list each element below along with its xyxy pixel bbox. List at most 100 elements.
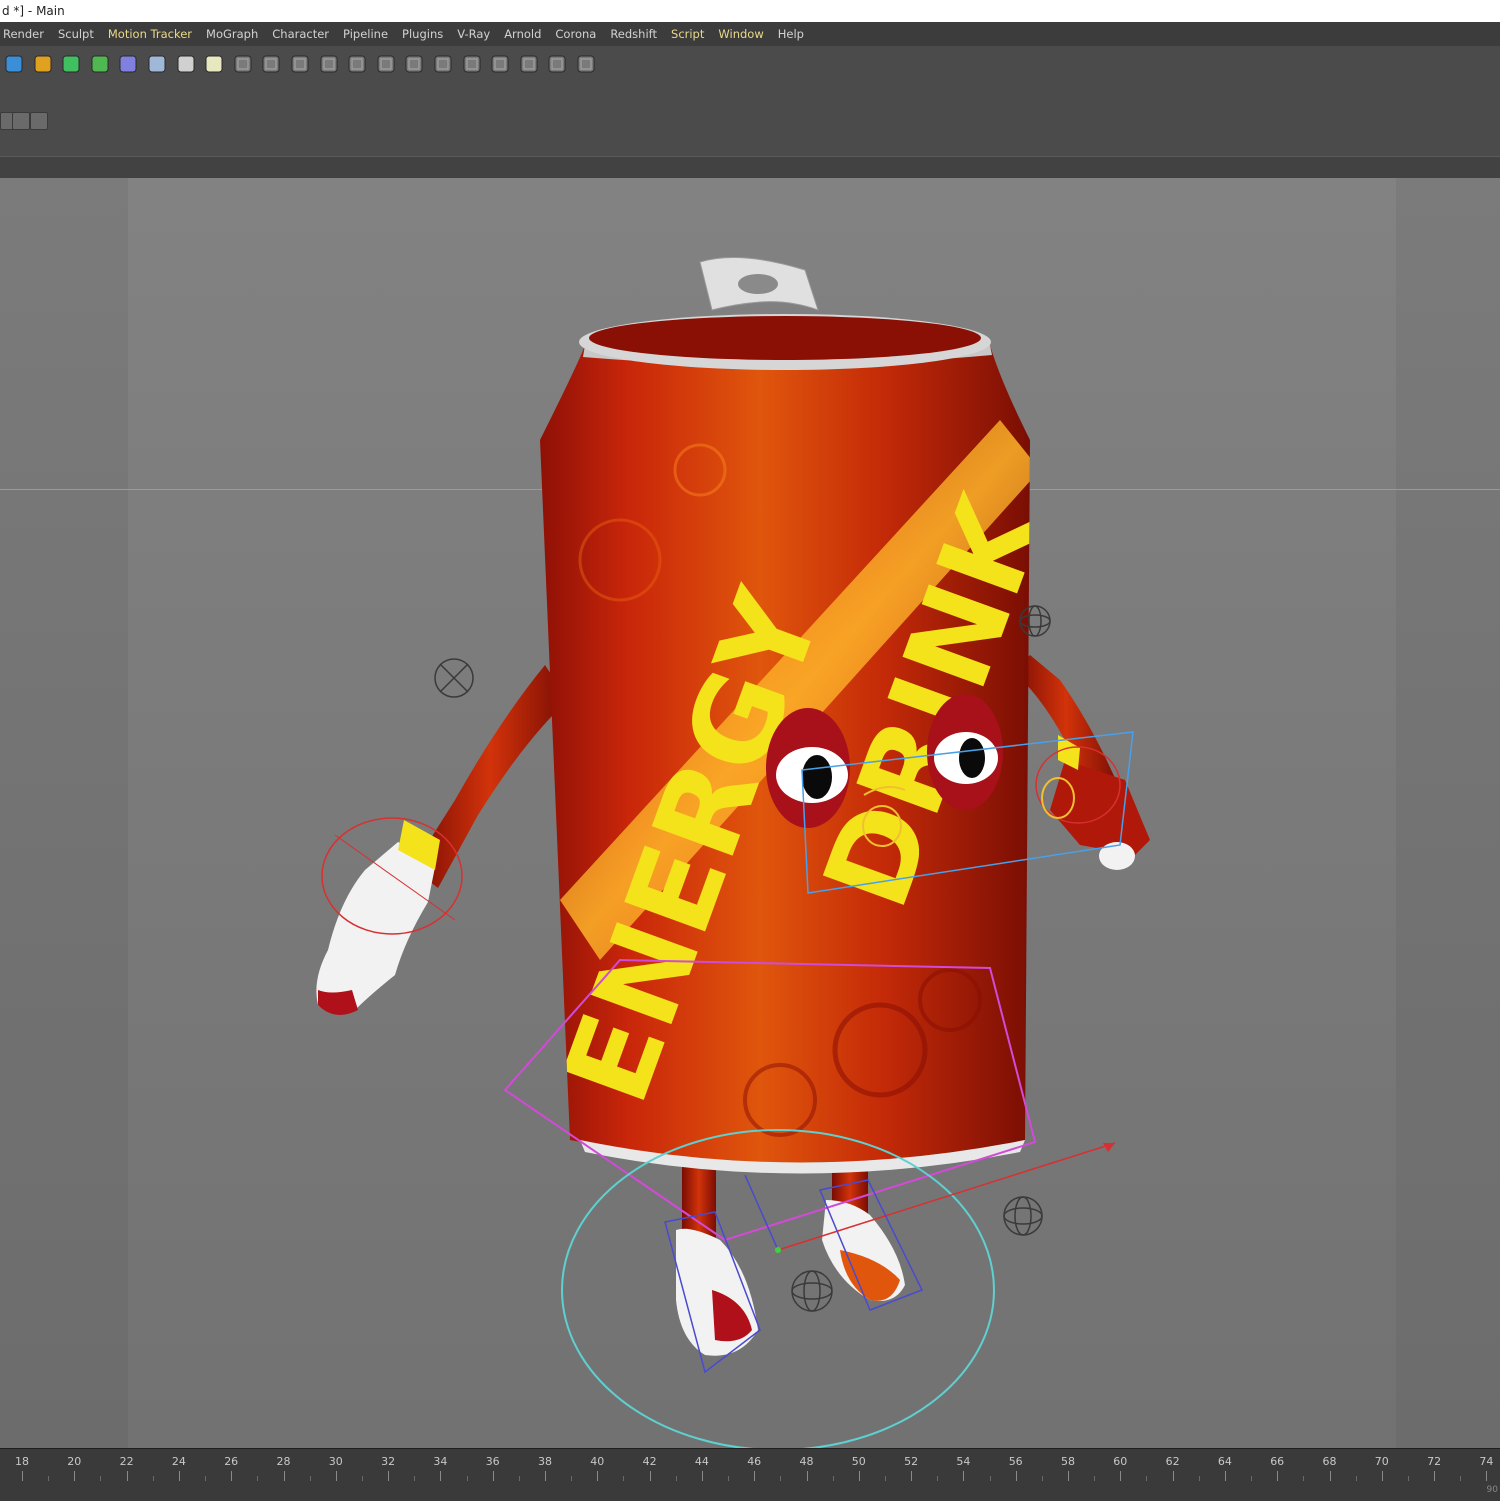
timeline-tick [440, 1471, 442, 1481]
timeline-tick-label: 26 [224, 1455, 239, 1468]
ik-icon[interactable] [288, 52, 312, 76]
spline-icon[interactable] [460, 52, 484, 76]
cube-icon[interactable] [2, 52, 26, 76]
lock-icon[interactable] [12, 112, 30, 130]
bone-icon[interactable] [231, 52, 255, 76]
timeline-tick-label: 48 [799, 1455, 814, 1468]
constraint-icon[interactable] [374, 52, 398, 76]
matrix-icon[interactable] [574, 52, 598, 76]
mesh-icon[interactable] [488, 52, 512, 76]
timeline-tick [1486, 1471, 1488, 1481]
weight-icon[interactable] [345, 52, 369, 76]
timeline-tick [1434, 1471, 1436, 1481]
timeline-tick [283, 1471, 285, 1481]
timeline[interactable]: 18 20 22 24 26 28 30 32 34 36 38 40 42 44 46 48 50 52 54 56… [0, 1448, 1500, 1501]
menu-help[interactable]: Help [778, 27, 804, 41]
timeline-tick [335, 1471, 337, 1481]
menu-window[interactable]: Window [718, 27, 763, 41]
timeline-tick [911, 1471, 913, 1481]
timeline-minor-tick [989, 1476, 991, 1481]
timeline-minor-tick [1251, 1476, 1253, 1481]
subdivision-icon[interactable] [59, 52, 83, 76]
menu-render[interactable]: Render [3, 27, 44, 41]
toolbar-separator [0, 156, 1500, 180]
menu-arnold[interactable]: Arnold [504, 27, 541, 41]
timeline-minor-tick [623, 1476, 625, 1481]
timeline-tick-label: 50 [851, 1455, 866, 1468]
light-icon[interactable] [202, 52, 226, 76]
rope-icon[interactable] [431, 52, 455, 76]
timeline-tick-label: 38 [538, 1455, 552, 1468]
timeline-tick-label: 74 [1479, 1455, 1494, 1468]
timeline-tick-label: 52 [904, 1455, 919, 1468]
timeline-minor-tick [518, 1476, 520, 1481]
joint-icon[interactable] [259, 52, 283, 76]
timeline-ruler[interactable]: 18 20 22 24 26 28 30 32 34 36 38 40 42 44 46 48 50 52 54 56… [0, 1449, 1500, 1487]
deformer-icon[interactable] [116, 52, 140, 76]
settings-icon[interactable] [30, 112, 48, 130]
timeline-minor-tick [361, 1476, 363, 1481]
grid-icon[interactable] [517, 52, 541, 76]
timeline-tick-label: 18 [15, 1455, 29, 1468]
menu-corona[interactable]: Corona [555, 27, 596, 41]
timeline-tick [806, 1471, 808, 1481]
cloner-icon[interactable] [88, 52, 112, 76]
timeline-tick [597, 1471, 599, 1481]
timeline-tick [126, 1471, 128, 1481]
menu-redshift[interactable]: Redshift [610, 27, 657, 41]
timeline-tick [1329, 1471, 1331, 1481]
skin-icon[interactable] [317, 52, 341, 76]
timeline-tick [963, 1471, 965, 1481]
menu-pipeline[interactable]: Pipeline [343, 27, 388, 41]
timeline-tick-label: 68 [1322, 1455, 1337, 1468]
cloth-icon[interactable] [402, 52, 426, 76]
timeline-minor-tick [1355, 1476, 1357, 1481]
menu-bar: Render Sculpt Motion Tracker MoGraph Charact… [0, 22, 1500, 46]
timeline-minor-tick [257, 1476, 259, 1481]
menu-v-ray[interactable]: V-Ray [457, 27, 490, 41]
timeline-tick [858, 1471, 860, 1481]
floor-icon[interactable] [145, 52, 169, 76]
timeline-tick [178, 1471, 180, 1481]
timeline-minor-tick [1303, 1476, 1305, 1481]
timeline-tick [231, 1471, 233, 1481]
sub-toolbar [0, 112, 50, 130]
menu-sculpt[interactable]: Sculpt [58, 27, 94, 41]
array-icon[interactable] [545, 52, 569, 76]
pull-tab [699, 257, 819, 311]
timeline-tick [1172, 1471, 1174, 1481]
menu-mograph[interactable]: MoGraph [206, 27, 258, 41]
timeline-minor-tick [1460, 1476, 1462, 1481]
timeline-minor-tick [205, 1476, 207, 1481]
menu-script[interactable]: Script [671, 27, 704, 41]
scene-render: ENERGY DRINK [316, 257, 1150, 1448]
menu-plugins[interactable]: Plugins [402, 27, 443, 41]
timeline-tick-label: 36 [485, 1455, 500, 1468]
timeline-tick-label: 20 [67, 1455, 82, 1468]
timeline-tick [1381, 1471, 1383, 1481]
timeline-minor-tick [571, 1476, 573, 1481]
timeline-tick-label: 32 [381, 1455, 396, 1468]
timeline-minor-tick [1041, 1476, 1043, 1481]
timeline-tick-label: 56 [1008, 1455, 1023, 1468]
timeline-tick-label: 30 [328, 1455, 343, 1468]
timeline-tick [22, 1471, 23, 1481]
timeline-tick-label: 42 [642, 1455, 657, 1468]
3d-viewport[interactable]: ENERGY DRINK [0, 178, 1500, 1448]
timeline-minor-tick [152, 1476, 154, 1481]
timeline-minor-tick [1094, 1476, 1096, 1481]
pen-icon[interactable] [31, 52, 55, 76]
timeline-tick [1120, 1471, 1122, 1481]
menu-character[interactable]: Character [272, 27, 329, 41]
timeline-tick-label: 34 [433, 1455, 448, 1468]
camera-icon[interactable] [174, 52, 198, 76]
timeline-tick-label: 60 [1113, 1455, 1128, 1468]
timeline-minor-tick [1407, 1476, 1409, 1481]
timeline-minor-tick [100, 1476, 102, 1481]
timeline-tick [1277, 1471, 1279, 1481]
timeline-tick-label: 64 [1217, 1455, 1232, 1468]
menu-motion-tracker[interactable]: Motion Tracker [108, 27, 192, 41]
timeline-minor-tick [832, 1476, 834, 1481]
timeline-tick-label: 22 [119, 1455, 134, 1468]
timeline-tick [1068, 1471, 1069, 1481]
